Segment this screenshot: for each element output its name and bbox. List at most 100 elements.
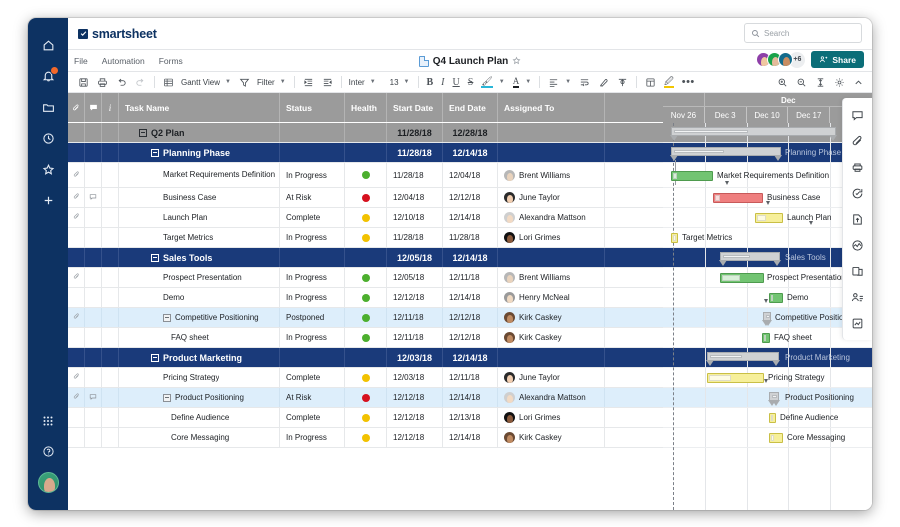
cell-status[interactable] — [280, 248, 345, 267]
cell-task-name[interactable]: Define Audience — [119, 408, 280, 427]
cell-health[interactable] — [345, 143, 387, 162]
wrap-text-icon[interactable] — [575, 72, 594, 93]
proof-panel-icon[interactable] — [843, 154, 873, 180]
chevron-down-icon[interactable]: ▼ — [497, 79, 509, 85]
comment-icon[interactable] — [85, 93, 102, 122]
row-attachment-cell[interactable] — [68, 268, 85, 287]
gantt-task-bar[interactable] — [769, 293, 783, 303]
row-info-cell[interactable] — [102, 228, 119, 247]
fill-color-icon[interactable]: 🖌 — [477, 72, 496, 93]
row-comment-cell[interactable] — [85, 288, 102, 307]
row-comment-cell[interactable] — [85, 308, 102, 327]
row-comment-cell[interactable] — [85, 268, 102, 287]
cell-status[interactable] — [280, 348, 345, 367]
share-button[interactable]: Share — [811, 51, 864, 68]
zoom-out-icon[interactable] — [792, 72, 811, 93]
row-info-cell[interactable] — [102, 123, 119, 142]
cell-assigned-to[interactable]: June Taylor — [498, 368, 605, 387]
gantt-task-bar[interactable] — [713, 193, 763, 203]
view-selector-label[interactable]: Gantt View — [178, 78, 223, 87]
cell-start-date[interactable]: 12/03/18 — [387, 368, 443, 387]
cell-health[interactable] — [345, 368, 387, 387]
outdent-icon[interactable] — [318, 72, 337, 93]
paperclip-icon[interactable] — [68, 93, 85, 122]
cell-health[interactable] — [345, 188, 387, 207]
cell-health[interactable] — [345, 228, 387, 247]
cell-start-date[interactable]: 11/28/18 — [387, 163, 443, 187]
print-icon[interactable] — [93, 72, 112, 93]
gantt-summary-bar[interactable] — [671, 147, 781, 156]
collapse-toggle-icon[interactable] — [163, 314, 171, 322]
cell-health[interactable] — [345, 308, 387, 327]
cell-assigned-to[interactable]: June Taylor — [498, 188, 605, 207]
cell-status[interactable]: In Progress — [280, 288, 345, 307]
settings-gear-icon[interactable] — [830, 72, 849, 93]
cell-assigned-to[interactable]: Kirk Caskey — [498, 308, 605, 327]
cell-start-date[interactable]: 12/03/18 — [387, 348, 443, 367]
cell-assigned-to[interactable]: Kirk Caskey — [498, 328, 605, 347]
cell-start-date[interactable]: 12/05/18 — [387, 268, 443, 287]
format-painter-icon[interactable] — [594, 72, 613, 93]
collapse-toggle-icon[interactable] — [139, 129, 147, 137]
bell-icon[interactable] — [28, 61, 68, 92]
row-info-cell[interactable] — [102, 388, 119, 407]
file-upload-icon[interactable] — [843, 206, 873, 232]
cell-status[interactable]: Complete — [280, 408, 345, 427]
cell-end-date[interactable]: 12/04/18 — [443, 163, 498, 187]
menu-item-forms[interactable]: Forms — [159, 56, 183, 66]
undo-icon[interactable] — [112, 72, 131, 93]
cell-task-name[interactable]: Product Positioning — [119, 388, 280, 407]
cell-start-date[interactable]: 12/04/18 — [387, 188, 443, 207]
gantt-task-bar[interactable] — [755, 213, 783, 223]
update-request-icon[interactable] — [843, 180, 873, 206]
cell-assigned-to[interactable]: Brent Williams — [498, 268, 605, 287]
chevron-down-icon[interactable]: ▼ — [523, 79, 535, 85]
cell-assigned-to[interactable]: Lori Grimes — [498, 408, 605, 427]
gantt-task-bar[interactable] — [720, 273, 764, 283]
underline-icon[interactable]: U — [449, 72, 464, 93]
cell-task-name[interactable]: Q2 Plan — [119, 123, 280, 142]
row-info-cell[interactable] — [102, 348, 119, 367]
cell-end-date[interactable]: 12/14/18 — [443, 143, 498, 162]
clock-icon[interactable] — [28, 123, 68, 154]
cell-health[interactable] — [345, 163, 387, 187]
row-attachment-cell[interactable] — [68, 248, 85, 267]
cell-start-date[interactable]: 11/28/18 — [387, 123, 443, 142]
cell-task-name[interactable]: Demo — [119, 288, 280, 307]
collapse-toggle-icon[interactable] — [163, 394, 171, 402]
cell-status[interactable]: In Progress — [280, 428, 345, 447]
cell-status[interactable]: Complete — [280, 208, 345, 227]
publish-icon[interactable] — [843, 258, 873, 284]
attachment-panel-icon[interactable] — [843, 128, 873, 154]
row-info-cell[interactable] — [102, 268, 119, 287]
smartsheet-logo[interactable]: smartsheet — [78, 27, 157, 41]
gantt-summary-bar[interactable] — [707, 352, 779, 361]
cell-end-date[interactable]: 12/14/18 — [443, 248, 498, 267]
cell-health[interactable] — [345, 288, 387, 307]
cell-start-date[interactable]: 12/12/18 — [387, 428, 443, 447]
row-comment-cell[interactable] — [85, 328, 102, 347]
row-info-cell[interactable] — [102, 248, 119, 267]
bold-icon[interactable]: B — [423, 72, 438, 93]
chevron-down-icon[interactable]: ▼ — [223, 79, 235, 85]
summary-panel-icon[interactable] — [843, 310, 873, 336]
home-icon[interactable] — [28, 30, 68, 61]
cell-status[interactable]: In Progress — [280, 328, 345, 347]
row-attachment-cell[interactable] — [68, 348, 85, 367]
cell-task-name[interactable]: Sales Tools — [119, 248, 280, 267]
row-comment-cell[interactable] — [85, 163, 102, 187]
cell-assigned-to[interactable] — [498, 248, 605, 267]
cell-task-name[interactable]: Business Case — [119, 188, 280, 207]
cell-start-date[interactable]: 12/10/18 — [387, 208, 443, 227]
card-view-icon[interactable] — [641, 72, 660, 93]
row-comment-cell[interactable] — [85, 388, 102, 407]
cell-assigned-to[interactable] — [498, 143, 605, 162]
menu-item-file[interactable]: File — [74, 56, 88, 66]
row-info-cell[interactable] — [102, 208, 119, 227]
row-attachment-cell[interactable] — [68, 208, 85, 227]
plus-icon[interactable] — [28, 185, 68, 216]
text-color-icon[interactable]: A — [509, 72, 524, 93]
column-header-start-date[interactable]: Start Date — [387, 93, 443, 122]
chevron-down-icon[interactable]: ▼ — [563, 79, 575, 85]
cell-status[interactable]: In Progress — [280, 163, 345, 187]
